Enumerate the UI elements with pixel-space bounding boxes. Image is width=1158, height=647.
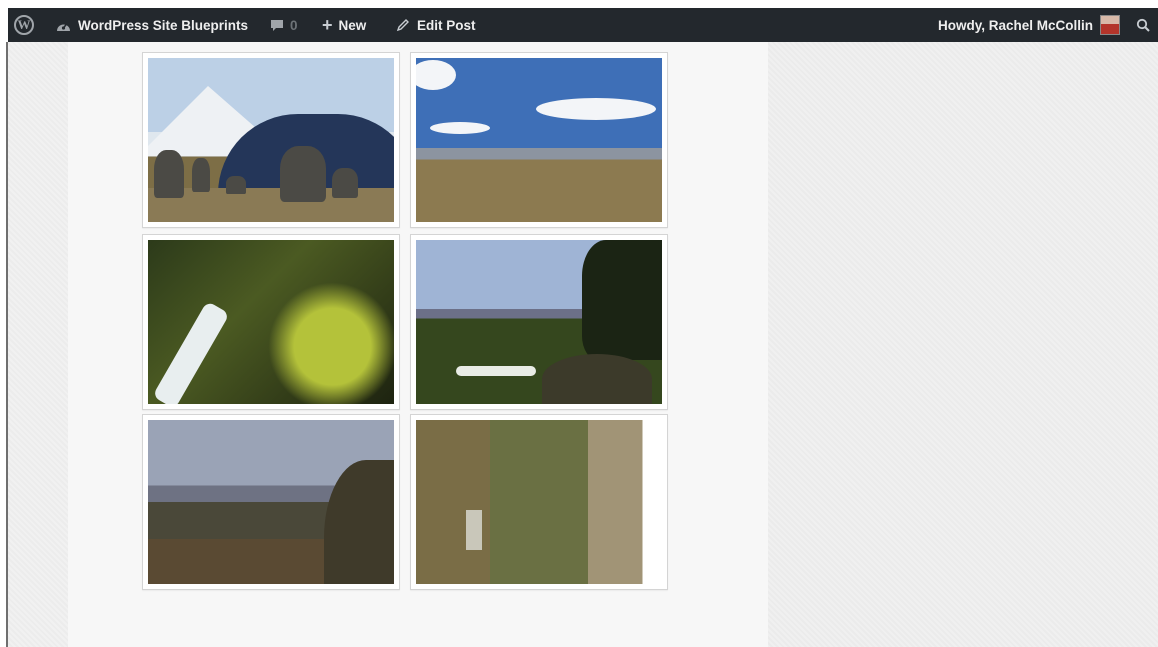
edit-post-label: Edit Post (417, 17, 476, 33)
gallery-item[interactable] (142, 414, 400, 590)
howdy-label: Howdy, Rachel McCollin (937, 17, 1093, 33)
admin-bar: W WordPress Site Blueprints 0 + New Edit… (8, 8, 1158, 42)
gallery-image[interactable] (416, 240, 662, 404)
gallery-image[interactable] (416, 58, 662, 222)
plus-icon: + (322, 14, 333, 35)
wordpress-icon: W (14, 15, 34, 35)
search-icon (1136, 18, 1150, 32)
adminbar-search[interactable] (1136, 8, 1150, 42)
window-left-edge (0, 42, 8, 647)
page-background-left (8, 42, 68, 647)
comments-menu[interactable]: 0 (270, 8, 298, 42)
site-name-menu[interactable]: WordPress Site Blueprints (56, 8, 248, 42)
gallery-image[interactable] (148, 240, 394, 404)
dashboard-icon (56, 19, 71, 32)
gallery-item[interactable] (410, 414, 668, 590)
page-background-right (768, 42, 1158, 647)
site-name-label: WordPress Site Blueprints (78, 17, 249, 33)
gallery-item[interactable] (142, 234, 400, 410)
gallery-image[interactable] (148, 420, 394, 584)
gallery-image[interactable] (148, 58, 394, 222)
new-content-menu[interactable]: + New (322, 8, 366, 42)
comment-bubble-icon (270, 19, 284, 32)
gallery-item[interactable] (142, 52, 400, 228)
gallery-item[interactable] (410, 52, 668, 228)
avatar (1100, 15, 1120, 35)
my-account-menu[interactable]: Howdy, Rachel McCollin (938, 8, 1120, 42)
gallery-image[interactable] (416, 420, 662, 584)
window-top-edge (0, 0, 1158, 8)
gallery-item[interactable] (410, 234, 668, 410)
edit-post-link[interactable]: Edit Post (396, 8, 476, 42)
wp-logo-menu[interactable]: W (14, 8, 42, 42)
new-label: New (338, 17, 367, 33)
comments-count: 0 (290, 17, 298, 33)
pencil-icon (396, 18, 410, 32)
